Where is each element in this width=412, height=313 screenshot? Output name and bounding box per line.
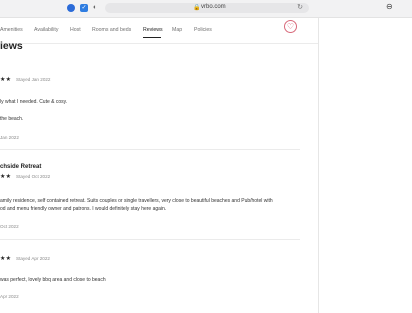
url-text: vrbo.com [201,4,226,10]
lock-icon: 🔒 [193,5,201,11]
review-text: od and menu friendly owner and patrons. … [0,206,167,212]
extension-icon[interactable] [67,4,75,12]
shield-icon[interactable]: ◐ [93,4,99,12]
listing-page: Amenities Availability Host Rooms and be… [0,18,319,313]
tab-host[interactable]: Host [70,27,81,33]
tab-availability[interactable]: Availability [34,27,58,33]
review-text: the beach. [0,116,24,122]
active-tab-indicator [143,37,161,38]
tab-map[interactable]: Map [172,27,182,33]
review-text: amily residence, self contained retreat.… [0,198,273,204]
stay-date: Stayed Apr 2022 [16,256,50,261]
reviews-heading: iews [0,40,23,52]
review-date: Apr 2022 [0,294,19,299]
divider [0,239,300,240]
checkbox-extension-icon[interactable]: ✓ [80,4,88,12]
address-bar[interactable]: 🔒 vrbo.com ↻ [105,3,309,13]
review-date: Oct 2022 [0,224,19,229]
stay-date: Stayed Oct 2022 [16,174,51,179]
download-icon[interactable]: ⊖ [386,2,393,11]
browser-toolbar: ✓ ◐ 🔒 vrbo.com ↻ ⊖ [0,0,412,18]
tab-reviews[interactable]: Reviews [143,27,163,33]
stay-date: Stayed Jan 2022 [16,77,51,82]
star-rating-icon: ★★ [0,174,12,180]
side-panel [319,18,412,313]
review-text: ly what I needed. Cute & cosy. [0,99,68,105]
divider [0,149,300,150]
tab-policies[interactable]: Policies [194,27,212,33]
reload-icon[interactable]: ↻ [297,3,303,11]
review-title: chside Retreat [0,164,42,170]
tab-rooms-and-beds[interactable]: Rooms and beds [92,27,131,33]
star-rating-icon: ★★ [0,77,12,83]
divider [0,43,318,44]
review-date: Jan 2022 [0,135,19,140]
heart-icon[interactable]: ♡ [284,20,297,33]
tab-amenities[interactable]: Amenities [0,27,23,33]
review-text: was perfect, lovely bbq area and close t… [0,277,106,283]
star-rating-icon: ★★ [0,256,12,262]
